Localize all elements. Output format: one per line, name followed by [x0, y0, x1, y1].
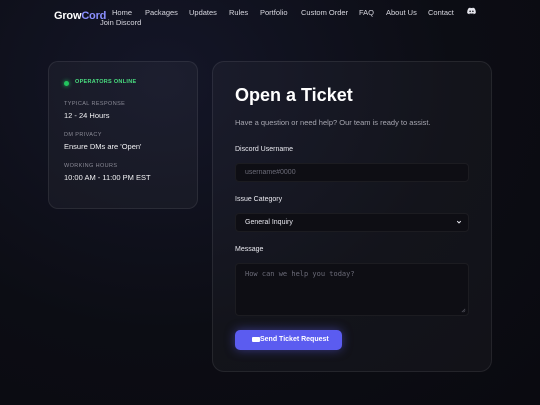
dm-privacy-label: DM PRIVACY — [64, 132, 102, 138]
typical-response-value: 12 - 24 Hours — [64, 111, 110, 120]
nav-link-home[interactable]: Home — [112, 8, 132, 17]
username-input[interactable]: username#0000 — [235, 163, 469, 182]
logo-main: Grow — [54, 10, 82, 22]
nav-link-contact[interactable]: Contact — [428, 8, 454, 17]
working-hours-value: 10:00 AM - 11:00 PM EST — [64, 173, 151, 182]
message-placeholder: How can we help you today? — [245, 270, 355, 278]
support-info-panel: OPERATORS ONLINE TYPICAL RESPONSE 12 - 2… — [48, 61, 198, 209]
send-ticket-button[interactable]: Send Ticket Request — [235, 330, 342, 350]
top-nav: GrowCord Home Packages Updates Rules Por… — [0, 0, 540, 34]
nav-link-about-us[interactable]: About Us — [386, 8, 417, 17]
discord-icon[interactable] — [467, 7, 476, 15]
ticket-form-card: Open a Ticket Have a question or need he… — [212, 61, 492, 372]
working-hours-label: WORKING HOURS — [64, 163, 118, 169]
category-label: Issue Category — [235, 196, 283, 203]
page-subtitle: Have a question or need help? Our team i… — [235, 118, 431, 127]
send-ticket-label: Send Ticket Request — [260, 336, 329, 343]
nav-link-updates[interactable]: Updates — [189, 8, 217, 17]
nav-link-custom-order[interactable]: Custom Order — [301, 8, 348, 17]
nav-link-packages[interactable]: Packages — [145, 8, 178, 17]
page-title: Open a Ticket — [235, 85, 353, 105]
category-select[interactable]: General Inquiry — [235, 213, 469, 232]
category-selected-value: General Inquiry — [245, 219, 293, 226]
resize-handle-icon[interactable] — [461, 308, 466, 313]
online-status-dot — [64, 81, 69, 86]
typical-response-label: TYPICAL RESPONSE — [64, 101, 126, 107]
message-label: Message — [235, 246, 264, 253]
message-textarea[interactable]: How can we help you today? — [235, 263, 469, 316]
nav-link-portfolio[interactable]: Portfolio — [260, 8, 288, 17]
nav-link-rules[interactable]: Rules — [229, 8, 248, 17]
chevron-down-icon — [456, 220, 462, 224]
username-placeholder: username#0000 — [245, 169, 296, 176]
dm-privacy-value: Ensure DMs are 'Open' — [64, 142, 142, 151]
online-status-label: OPERATORS ONLINE — [75, 79, 137, 85]
send-icon — [252, 337, 260, 342]
join-discord-link[interactable]: Join Discord — [100, 18, 141, 27]
nav-link-faq[interactable]: FAQ — [359, 8, 374, 17]
site-logo[interactable]: GrowCord — [54, 10, 106, 22]
username-label: Discord Username — [235, 146, 293, 153]
